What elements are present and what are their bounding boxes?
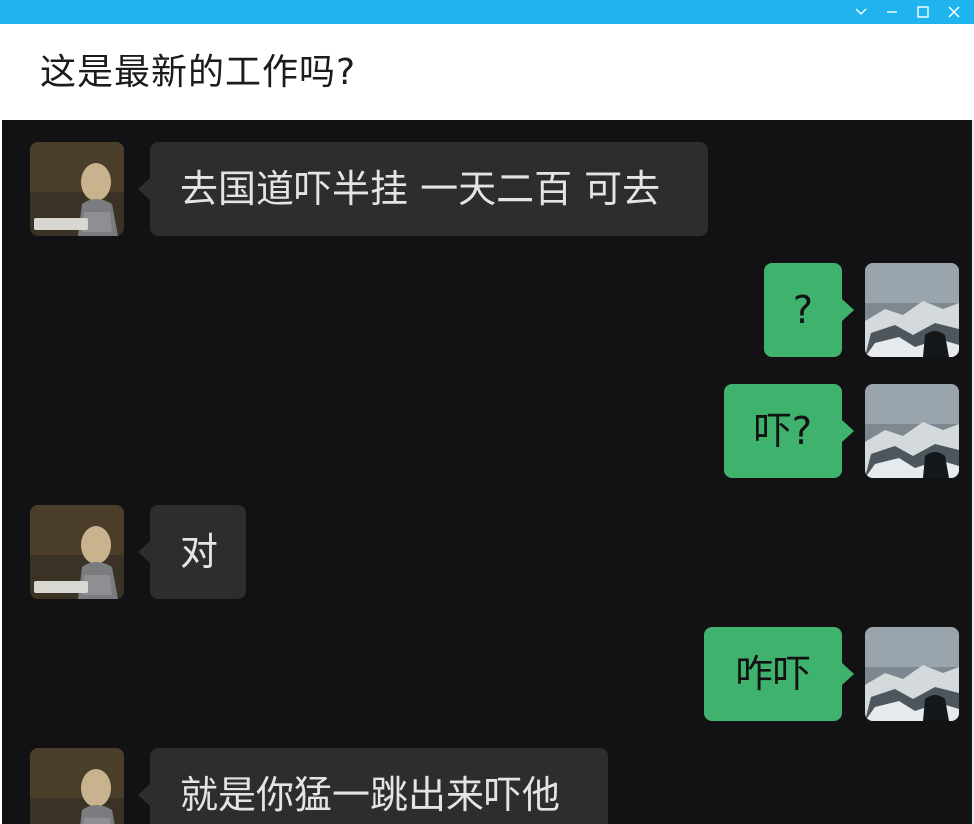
message-bubble-incoming[interactable]: 对 — [138, 505, 246, 599]
avatar-me — [865, 384, 959, 478]
avatar-other — [30, 142, 124, 236]
avatar-other — [30, 748, 124, 824]
avatar-me — [865, 263, 959, 357]
message-text: 吓? — [753, 409, 813, 453]
close-icon[interactable] — [939, 0, 969, 24]
chat-screenshot: 去国道吓半挂 一天二百 可去 ? 吓? 对 咋吓 就是你猛一跳出来吓他 — [2, 120, 972, 824]
message-bubble-outgoing[interactable]: ? — [764, 263, 854, 357]
message-bubble-incoming[interactable]: 就是你猛一跳出来吓他 — [138, 748, 608, 824]
avatar-me — [865, 627, 959, 721]
message-bubble-incoming[interactable]: 去国道吓半挂 一天二百 可去 — [138, 142, 708, 236]
page-title: 这是最新的工作吗? — [40, 52, 357, 93]
message-bubble-outgoing[interactable]: 吓? — [724, 384, 854, 478]
window-titlebar[interactable] — [0, 0, 974, 24]
message-text: 就是你猛一跳出来吓他 — [180, 773, 561, 817]
message-bubble-outgoing[interactable]: 咋吓 — [704, 627, 854, 721]
message-text: 去国道吓半挂 一天二百 可去 — [180, 167, 661, 211]
message-text: 咋吓 — [734, 652, 811, 696]
message-text: 对 — [180, 530, 219, 574]
maximize-icon[interactable] — [908, 0, 938, 24]
avatar-other — [30, 505, 124, 599]
message-text: ? — [792, 288, 814, 332]
page-header: 这是最新的工作吗? — [0, 24, 974, 120]
chevron-down-icon[interactable] — [846, 0, 876, 24]
minimize-icon[interactable] — [877, 0, 907, 24]
